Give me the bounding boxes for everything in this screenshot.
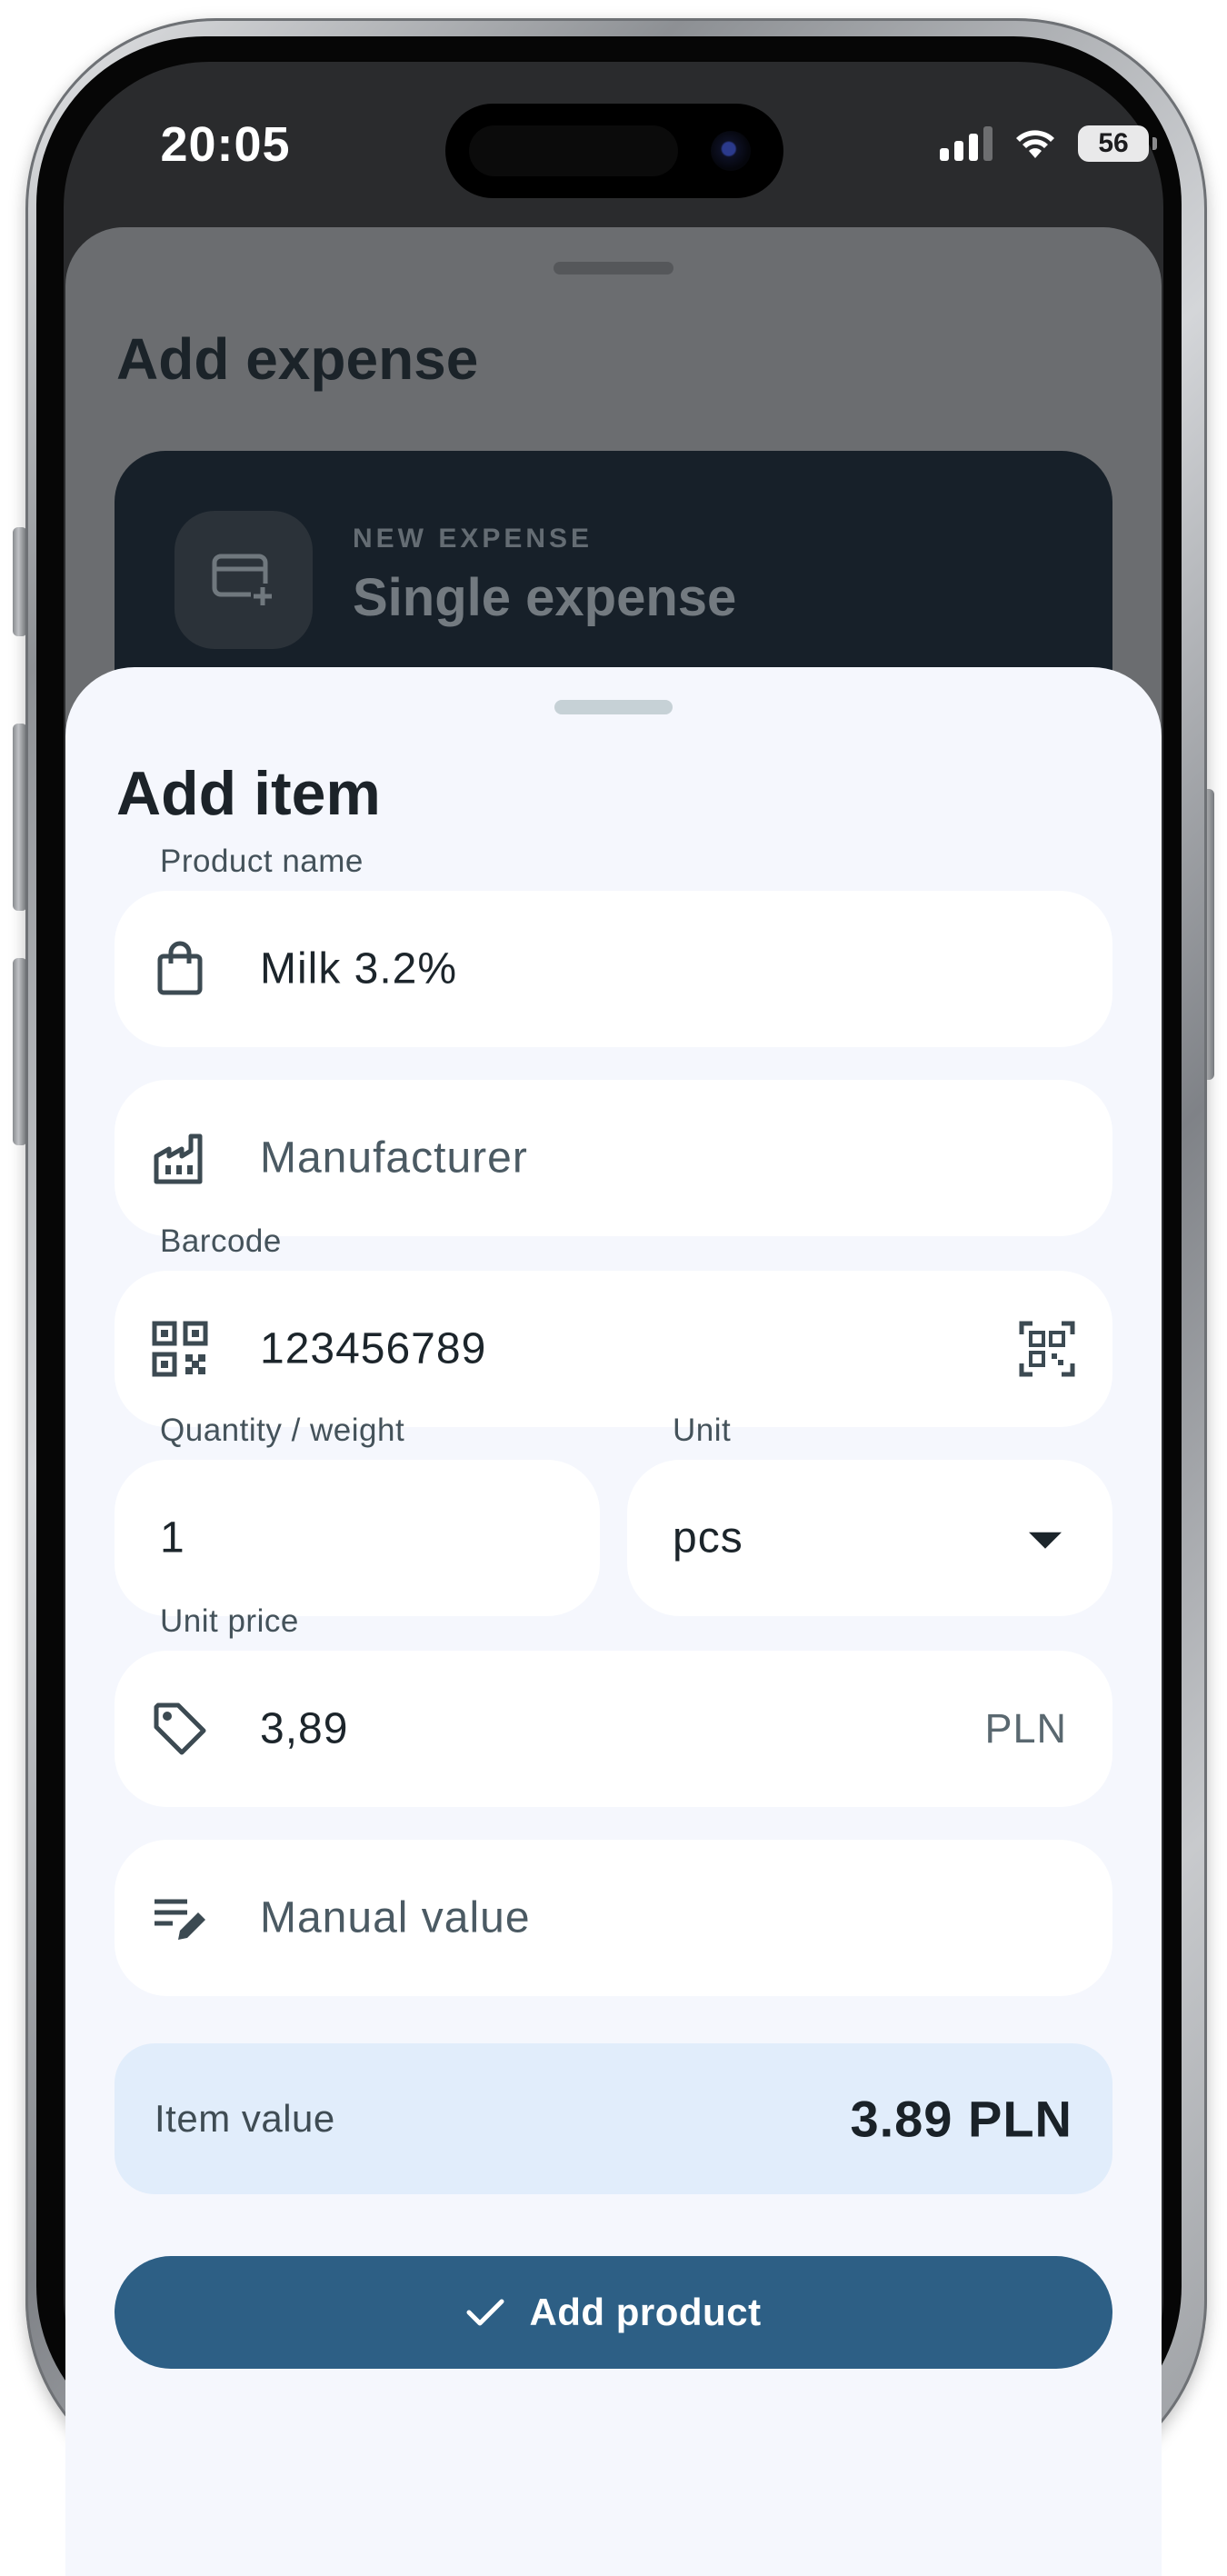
background-sheet-title: Add expense (116, 326, 479, 392)
wifi-icon (1016, 130, 1054, 158)
unit-price-value: 3,89 (260, 1704, 349, 1753)
product-name-value: Milk 3.2% (260, 944, 458, 993)
manufacturer-placeholder: Manufacturer (260, 1133, 528, 1183)
manual-value-placeholder: Manual value (260, 1893, 531, 1942)
dropdown-arrow-icon (1029, 1532, 1062, 1549)
qr-scan-icon[interactable] (1018, 1320, 1076, 1378)
unit-price-field[interactable]: Unit price 3,89 PLN (115, 1603, 1112, 1807)
qr-code-icon (152, 1321, 208, 1377)
factory-icon (154, 1133, 203, 1184)
currency-suffix: PLN (984, 1705, 1067, 1752)
dynamic-island (445, 104, 783, 198)
quantity-value: 1 (160, 1513, 185, 1563)
barcode-value: 123456789 (260, 1324, 487, 1373)
card-overline: NEW EXPENSE (353, 524, 594, 554)
product-name-label: Product name (160, 844, 364, 879)
shopping-bag-icon (157, 941, 203, 995)
edit-note-icon (155, 1899, 205, 1940)
item-value-label: Item value (155, 2097, 335, 2140)
product-name-field[interactable]: Product name Milk 3.2% (115, 844, 1112, 1047)
check-icon (466, 2299, 504, 2326)
barcode-label: Barcode (160, 1223, 282, 1259)
manufacturer-field[interactable]: Manufacturer (115, 1080, 1112, 1236)
sheet-grabber[interactable] (554, 700, 673, 714)
unit-label: Unit (673, 1413, 732, 1448)
front-camera (711, 131, 751, 171)
status-indicators: 56 (940, 124, 1157, 164)
item-value-summary: Item value 3.89 PLN (115, 2043, 1112, 2194)
background-sheet-grabber (554, 262, 673, 275)
unit-value: pcs (673, 1513, 743, 1563)
manual-value-field[interactable]: Manual value (115, 1840, 1112, 1996)
battery-level: 56 (1098, 128, 1129, 158)
tag-icon (154, 1702, 206, 1755)
add-product-label: Add product (529, 2291, 762, 2333)
cellular-signal-icon (940, 126, 993, 161)
quantity-field[interactable]: Quantity / weight 1 (115, 1413, 600, 1616)
card-title: Single expense (353, 568, 737, 627)
sheet-title: Add item (116, 759, 381, 828)
sensor-area (469, 125, 678, 176)
add-item-sheet: Add item Product name Milk 3.2% Manufact… (65, 667, 1162, 2576)
item-value-amount: 3.89 PLN (850, 2090, 1072, 2148)
status-time: 20:05 (160, 117, 291, 172)
add-product-button[interactable]: Add product (115, 2256, 1112, 2369)
battery-icon: 56 (1078, 125, 1157, 162)
barcode-field[interactable]: Barcode 123456789 (115, 1223, 1112, 1427)
quantity-label: Quantity / weight (160, 1413, 405, 1448)
unit-price-label: Unit price (160, 1603, 299, 1639)
card-add-icon (175, 511, 313, 649)
unit-select[interactable]: Unit pcs (627, 1413, 1112, 1616)
